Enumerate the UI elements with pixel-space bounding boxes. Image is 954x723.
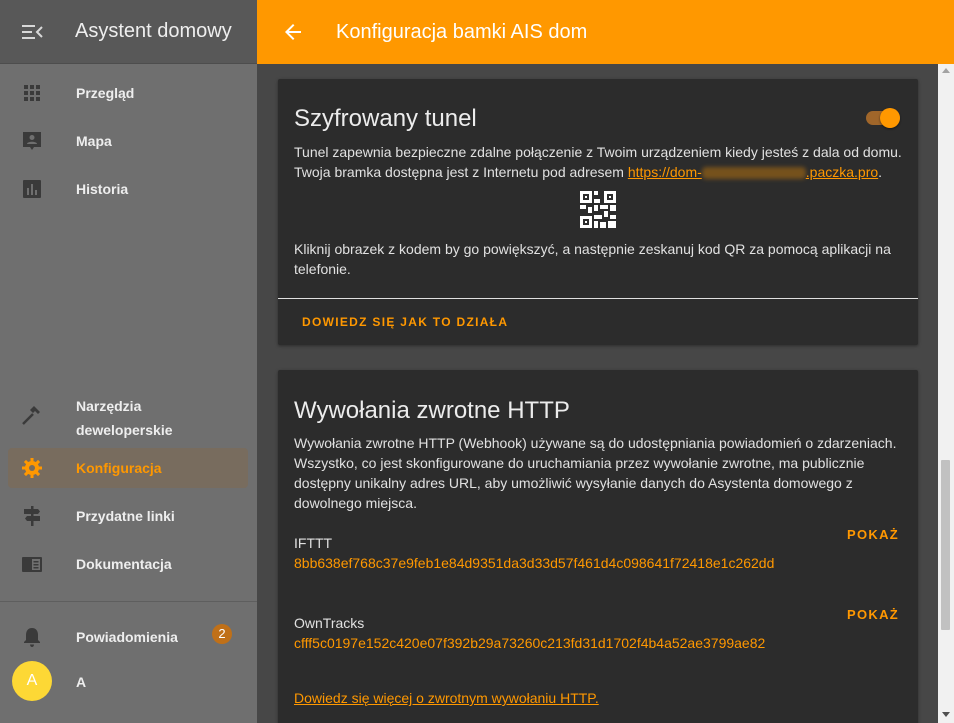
- tunnel-description: Tunel zapewnia bezpieczne zdalne połącze…: [294, 142, 904, 182]
- webhook-id: 8bb638ef768c37e9feb1e84d9351da3d33d57f46…: [294, 555, 775, 571]
- webhook-name: IFTTT: [294, 535, 333, 551]
- sidebar-item-history[interactable]: Historia: [8, 169, 248, 209]
- hammer-icon: [22, 406, 40, 425]
- webhook-card: Wywołania zwrotne HTTP Wywołania zwrotne…: [278, 370, 918, 723]
- scroll-down-arrow[interactable]: [942, 712, 950, 717]
- card-title: Szyfrowany tunel: [294, 105, 477, 132]
- sidebar-title: Asystent domowy: [75, 20, 232, 42]
- show-ifttt-button[interactable]: POKAŻ: [847, 527, 899, 542]
- avatar[interactable]: A: [12, 661, 52, 701]
- sidebar-item-developer-tools[interactable]: Narzędzia deweloperskie: [8, 392, 248, 440]
- map-person-icon: [23, 132, 41, 150]
- sidebar-header: Asystent domowy: [0, 0, 257, 64]
- menu-collapse-icon[interactable]: [20, 21, 44, 43]
- gateway-url-link[interactable]: https://dom- .paczka.pro: [628, 164, 878, 180]
- url-start: https://dom-: [627, 164, 702, 180]
- scrollbar-thumb[interactable]: [941, 460, 950, 630]
- show-owntracks-button[interactable]: POKAŻ: [847, 607, 899, 622]
- webhook-learn-more-link[interactable]: Dowiedz się więcej o zwrotnym wywołaniu …: [294, 690, 599, 706]
- webhook-description: Wywołania zwrotne HTTP (Webhook) używane…: [294, 435, 897, 511]
- description-text: .: [878, 164, 883, 180]
- book-icon: [22, 557, 42, 572]
- page-scrollbar[interactable]: [938, 64, 954, 723]
- description-line: Tunel zapewnia bezpieczne zdalne połącze…: [294, 144, 902, 160]
- sidebar-item-label: Przegląd: [76, 85, 135, 101]
- qr-instruction: Kliknij obrazek z kodem by go powiększyć…: [294, 241, 891, 277]
- sidebar: Asystent domowy Przegląd Mapa Historia N…: [0, 0, 257, 723]
- scroll-up-arrow[interactable]: [942, 68, 950, 73]
- sidebar-item-label: Mapa: [76, 133, 112, 149]
- learn-how-button[interactable]: DOWIEDZ SIĘ JAK TO DZIAŁA: [294, 313, 516, 331]
- webhook-id: cfff5c0197e152c420e07f392b29a73260c213fd…: [294, 635, 766, 651]
- sidebar-item-notifications[interactable]: Powiadomienia 2: [8, 617, 248, 657]
- sidebar-item-useful-links[interactable]: Przydatne linki: [8, 496, 248, 536]
- sidebar-item-documentation[interactable]: Dokumentacja: [8, 544, 248, 584]
- redacted-segment: [701, 167, 806, 180]
- sidebar-item-label: Przydatne linki: [76, 508, 175, 524]
- signpost-icon: [24, 506, 40, 526]
- description-text: Twoja bramka dostępna jest z Internetu p…: [294, 164, 628, 180]
- bell-icon: [24, 628, 40, 647]
- gear-icon: [22, 458, 42, 478]
- sidebar-item-overview[interactable]: Przegląd: [8, 73, 248, 113]
- back-arrow-icon[interactable]: [281, 20, 305, 44]
- encrypted-tunnel-card: Szyfrowany tunel Tunel zapewnia bezpiecz…: [278, 79, 918, 345]
- toggle-knob: [880, 108, 900, 128]
- sidebar-divider: [0, 601, 257, 602]
- sidebar-item-label: Narzędzia deweloperskie: [76, 398, 173, 438]
- sidebar-item-map[interactable]: Mapa: [8, 121, 248, 161]
- tunnel-toggle[interactable]: [864, 106, 904, 130]
- card-title: Wywołania zwrotne HTTP: [294, 397, 570, 424]
- chart-icon: [23, 180, 41, 198]
- url-end: .paczka.pro: [805, 164, 879, 180]
- grid-icon: [24, 85, 40, 101]
- page-title: Konfiguracja bamki AIS dom: [336, 21, 588, 43]
- card-divider: [278, 298, 918, 299]
- user-name[interactable]: A: [76, 674, 86, 690]
- sidebar-item-label: Powiadomienia: [76, 629, 178, 645]
- sidebar-item-label: Konfiguracja: [76, 460, 162, 476]
- sidebar-item-label: Historia: [76, 181, 129, 197]
- sidebar-item-configuration[interactable]: Konfiguracja: [8, 448, 248, 488]
- app-header: Konfiguracja bamki AIS dom: [257, 0, 954, 64]
- qr-code-icon[interactable]: [580, 191, 616, 228]
- sidebar-item-label: Dokumentacja: [76, 556, 172, 572]
- webhook-name: OwnTracks: [294, 615, 365, 631]
- notification-count-badge: 2: [212, 624, 232, 644]
